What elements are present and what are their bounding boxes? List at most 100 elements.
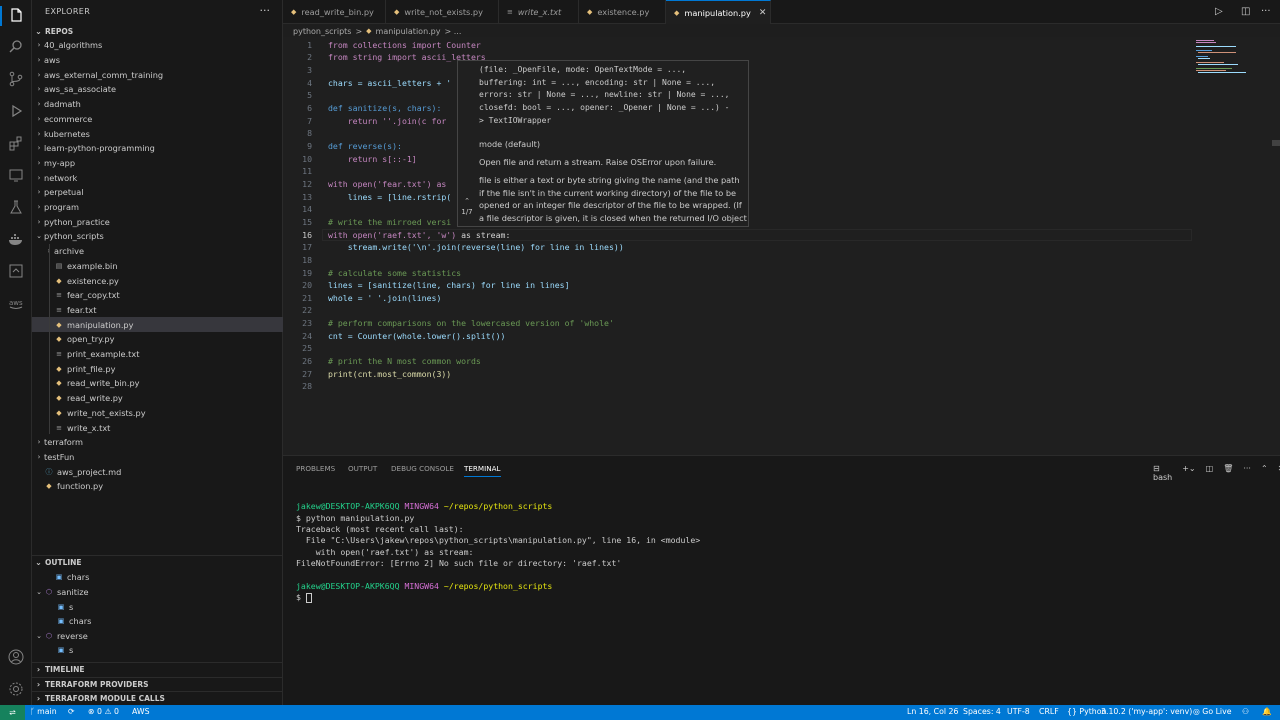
editor-scrollbar[interactable]: [1272, 140, 1280, 146]
folder-kubernetes[interactable]: › kubernetes: [32, 126, 283, 141]
explorer-icon[interactable]: [0, 6, 32, 26]
folder-network[interactable]: › network: [32, 170, 283, 185]
folder-aws-external-comm-training[interactable]: › aws_external_comm_training: [32, 67, 283, 82]
problems-indicator[interactable]: ⊗ 0 ⚠ 0: [88, 707, 119, 716]
minimap[interactable]: [1192, 37, 1280, 97]
notifications-bell-icon[interactable]: 🔔: [1262, 707, 1272, 716]
breadcrumb-file[interactable]: manipulation.py: [376, 27, 441, 36]
more-actions-icon[interactable]: ···: [1243, 464, 1251, 482]
code-line-20[interactable]: lines = [sanitize(line, chars) for line …: [328, 280, 570, 290]
file-function-py[interactable]: ◆ function.py: [32, 479, 283, 494]
outline-item-s[interactable]: ▣ s: [32, 643, 283, 658]
tab-terminal[interactable]: TERMINAL: [464, 464, 501, 477]
folder-perpetual[interactable]: › perpetual: [32, 185, 283, 200]
remote-explorer-icon[interactable]: [7, 166, 25, 184]
code-line-1[interactable]: from collections import Counter: [328, 40, 481, 50]
new-terminal-icon[interactable]: +⌄: [1182, 464, 1195, 482]
tab-debug-console[interactable]: DEBUG CONSOLE: [391, 464, 454, 473]
folder-testFun[interactable]: › testFun: [32, 450, 283, 465]
folder-archive[interactable]: ›archive: [32, 244, 283, 259]
terminal-profile[interactable]: ⊟ bash: [1153, 464, 1172, 482]
file-read-write-py[interactable]: ◆ read_write.py: [32, 391, 283, 406]
folder-my-app[interactable]: › my-app: [32, 156, 283, 171]
timeline-section-header[interactable]: › TIMELINE: [32, 662, 283, 676]
code-line-17[interactable]: stream.write('\n'.join(reverse(line) for…: [328, 242, 624, 252]
outline-item-sanitize[interactable]: ⌄ ⬡ sanitize: [32, 585, 283, 600]
file-open-try-py[interactable]: ◆ open_try.py: [32, 332, 283, 347]
sync-icon[interactable]: ⟳: [68, 707, 75, 716]
file-aws-project-md[interactable]: ⓘ aws_project.md: [32, 464, 283, 479]
code-line-23[interactable]: # perform comparisons on the lowercased …: [328, 318, 614, 328]
folder-program[interactable]: › program: [32, 200, 283, 215]
file-read-write-bin-py[interactable]: ◆ read_write_bin.py: [32, 376, 283, 391]
testing-icon[interactable]: [7, 198, 25, 216]
code-line-19[interactable]: # calculate some statistics: [328, 268, 461, 278]
folder-aws[interactable]: › aws: [32, 53, 283, 68]
tab-output[interactable]: OUTPUT: [348, 464, 377, 473]
terraform-module-calls-section-header[interactable]: › TERRAFORM MODULE CALLS: [32, 691, 283, 705]
file-example-bin[interactable]: ▤ example.bin: [32, 259, 283, 274]
split-terminal-icon[interactable]: ◫: [1206, 464, 1214, 482]
file-fear-txt[interactable]: ≡ fear.txt: [32, 303, 283, 318]
code-line-13[interactable]: lines = [line.rstrip(: [328, 192, 452, 202]
terminal-input-line[interactable]: $: [296, 592, 312, 603]
code-line-15[interactable]: # write the mirroed versi: [328, 217, 451, 227]
folder-python-practice[interactable]: › python_practice: [32, 214, 283, 229]
folder-dadmath[interactable]: › dadmath: [32, 97, 283, 112]
trash-icon[interactable]: 🗑: [1223, 464, 1233, 482]
tab-read-write-bin[interactable]: ◆ read_write_bin.py: [283, 0, 386, 24]
tab-problems[interactable]: PROBLEMS: [296, 464, 335, 473]
tab-write-x[interactable]: ≡ write_x.txt: [499, 0, 579, 24]
branch-indicator[interactable]: ᚴ main: [30, 707, 57, 716]
breadcrumb-folder[interactable]: python_scripts: [293, 27, 351, 36]
remote-window-icon[interactable]: [7, 262, 25, 280]
split-editor-icon[interactable]: ◫: [1241, 6, 1250, 17]
docker-icon[interactable]: [7, 230, 25, 248]
file-write-not-exists-py[interactable]: ◆ write_not_exists.py: [32, 406, 283, 421]
code-line-16[interactable]: with open('raef.txt', 'w') as stream:: [328, 230, 510, 240]
repos-section-header[interactable]: ⌄ REPOS: [32, 24, 283, 38]
extensions-icon[interactable]: [7, 134, 25, 152]
code-line-4[interactable]: chars = ascii_letters + ': [328, 78, 451, 88]
code-line-10[interactable]: return s[::-1]: [328, 154, 417, 164]
search-icon[interactable]: [7, 38, 25, 56]
tab-write-not-exists[interactable]: ◆ write_not_exists.py: [386, 0, 499, 24]
accounts-status-icon[interactable]: ⚇: [1242, 707, 1249, 716]
go-live-button[interactable]: ◎ Go Live: [1193, 707, 1232, 716]
python-interpreter[interactable]: 3.10.2 ('my-app': venv): [1101, 707, 1192, 716]
outline-section-header[interactable]: ⌄ OUTLINE: [32, 555, 283, 569]
file-write-x-txt[interactable]: ≡ write_x.txt: [32, 420, 283, 435]
file-print-file-py[interactable]: ◆ print_file.py: [32, 361, 283, 376]
overload-up-icon[interactable]: ⌃: [459, 197, 475, 205]
line-endings[interactable]: CRLF: [1039, 707, 1059, 716]
run-debug-icon[interactable]: [7, 102, 25, 120]
account-icon[interactable]: [7, 648, 25, 666]
terraform-providers-section-header[interactable]: › TERRAFORM PROVIDERS: [32, 677, 283, 691]
folder-python-scripts[interactable]: ⌄ python_scripts: [32, 229, 283, 244]
aws-status[interactable]: AWS: [132, 707, 150, 716]
code-line-6[interactable]: def sanitize(s, chars):: [328, 103, 441, 113]
folder-ecommerce[interactable]: › ecommerce: [32, 112, 283, 127]
close-icon[interactable]: ✕: [759, 8, 767, 18]
file-existence-py[interactable]: ◆ existence.py: [32, 273, 283, 288]
tab-manipulation[interactable]: ◆ manipulation.py ✕: [666, 0, 771, 24]
explorer-more-actions-icon[interactable]: ···: [260, 4, 271, 17]
outline-item-reverse[interactable]: ⌄ ⬡ reverse: [32, 628, 283, 643]
settings-gear-icon[interactable]: [7, 680, 25, 698]
indentation[interactable]: Spaces: 4: [963, 707, 1001, 716]
more-actions-icon[interactable]: ···: [1261, 6, 1271, 17]
cursor-position[interactable]: Ln 16, Col 26: [907, 707, 958, 716]
file-print-example-txt[interactable]: ≡ print_example.txt: [32, 347, 283, 362]
folder-40-algorithms[interactable]: › 40_algorithms: [32, 38, 283, 53]
outline-item-chars[interactable]: ▣ chars: [32, 614, 283, 629]
code-line-7[interactable]: return ''.join(c for: [328, 116, 447, 126]
breadcrumb-more[interactable]: > ...: [445, 27, 462, 36]
tab-existence[interactable]: ◆ existence.py: [579, 0, 666, 24]
outline-item-s[interactable]: ▣ s: [32, 599, 283, 614]
file-fear-copy-txt[interactable]: ≡ fear_copy.txt: [32, 288, 283, 303]
maximize-panel-icon[interactable]: ⌃: [1261, 464, 1268, 482]
folder-learn-python-programming[interactable]: › learn-python-programming: [32, 141, 283, 156]
encoding[interactable]: UTF-8: [1007, 707, 1030, 716]
code-line-27[interactable]: print(cnt.most_common(3)): [328, 369, 451, 379]
code-line-21[interactable]: whole = ' '.join(lines): [328, 293, 441, 303]
